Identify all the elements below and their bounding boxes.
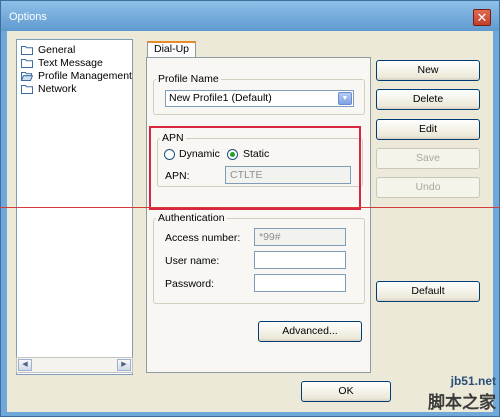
sidebar-item-label: Profile Management (38, 69, 132, 82)
password-label: Password: (165, 278, 215, 290)
ok-button[interactable]: OK (301, 381, 391, 402)
save-button[interactable]: Save (376, 148, 480, 169)
sidebar-item-general[interactable]: General (21, 43, 75, 56)
sidebar-item-label: Text Message (38, 56, 103, 69)
window-title: Options (9, 11, 47, 23)
tree-horizontal-scrollbar[interactable]: ◀ ▶ (16, 357, 133, 373)
sidebar-item-label: General (38, 43, 76, 56)
scroll-left-icon[interactable]: ◀ (18, 359, 32, 371)
profile-select-value: New Profile1 (Default) (169, 92, 272, 104)
watermark: jb51.net 脚本之家 (428, 374, 496, 413)
dialog-client-area: General Text Message Profile Management (7, 31, 493, 412)
authentication-legend: Authentication (158, 212, 225, 224)
folder-open-icon (21, 71, 33, 81)
user-name-label: User name: (165, 255, 220, 267)
password-input[interactable] (254, 274, 346, 292)
sidebar-item-profile-management[interactable]: Profile Management (21, 69, 132, 82)
profile-name-legend: Profile Name (158, 73, 219, 85)
scroll-right-icon[interactable]: ▶ (117, 359, 131, 371)
access-number-label: Access number: (165, 232, 241, 244)
sidebar-item-text-message[interactable]: Text Message (21, 56, 103, 69)
watermark-text: 脚本之家 (428, 393, 496, 413)
default-button[interactable]: Default (376, 281, 480, 302)
edit-button[interactable]: Edit (376, 119, 480, 140)
advanced-button[interactable]: Advanced... (258, 321, 362, 342)
folder-icon (21, 84, 33, 94)
profile-select[interactable]: New Profile1 (Default) ▼ (165, 90, 354, 107)
sidebar-item-label: Network (38, 82, 77, 95)
annotation-line (0, 207, 500, 208)
new-button[interactable]: New (376, 60, 480, 81)
chevron-down-icon[interactable]: ▼ (338, 92, 352, 105)
folder-icon (21, 58, 33, 68)
title-bar[interactable]: Options ✕ (1, 1, 499, 31)
sidebar-item-network[interactable]: Network (21, 82, 77, 95)
watermark-site: jb51.net (450, 374, 496, 388)
access-number-input[interactable]: *99# (254, 228, 346, 246)
undo-button[interactable]: Undo (376, 177, 480, 198)
close-icon: ✕ (476, 10, 488, 25)
tab-dial-up[interactable]: Dial-Up (147, 41, 196, 58)
folder-icon (21, 45, 33, 55)
delete-button[interactable]: Delete (376, 89, 480, 110)
apn-highlight-box (149, 126, 361, 210)
user-name-input[interactable] (254, 251, 346, 269)
close-button[interactable]: ✕ (473, 9, 491, 26)
